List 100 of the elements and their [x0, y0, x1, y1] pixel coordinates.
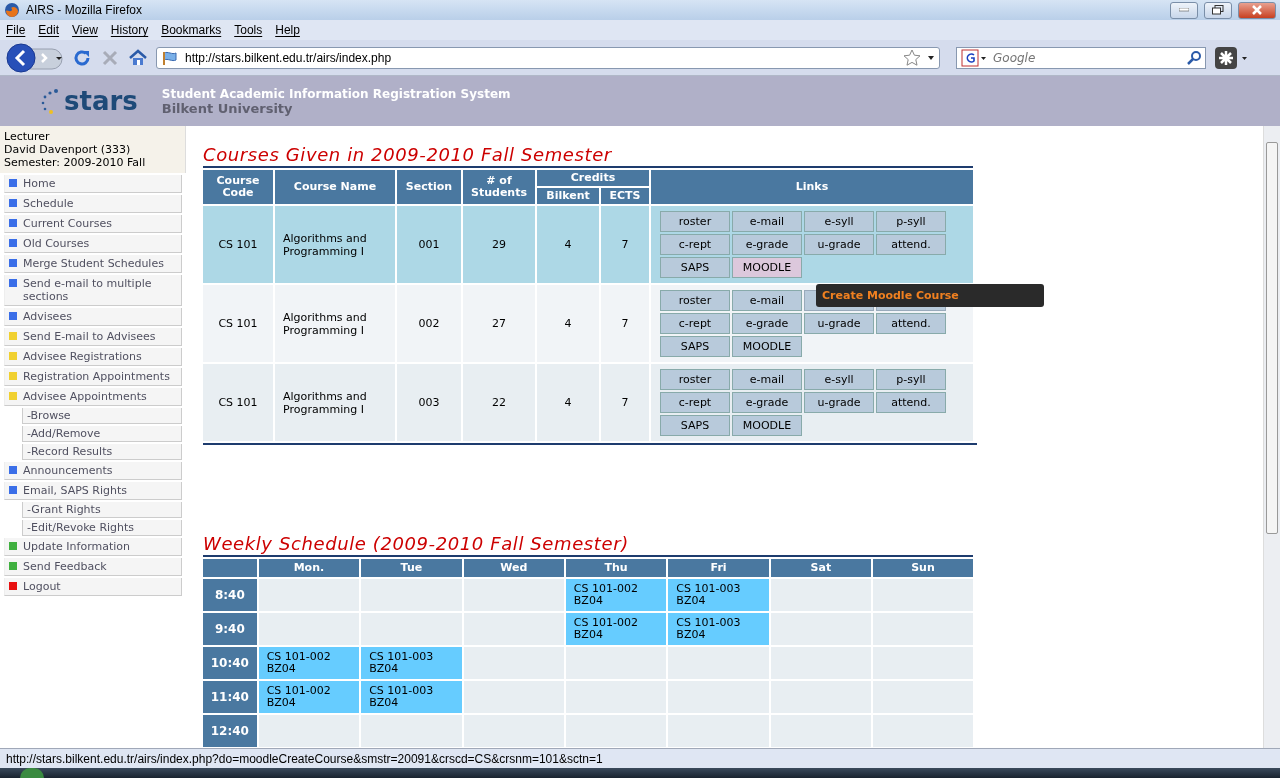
column-header: Course Name — [275, 170, 395, 204]
menu-item[interactable]: Bookmarks — [161, 23, 222, 37]
class-slot: CS 101-003 BZ04 — [361, 647, 462, 679]
sidebar-item[interactable]: Registration Appointments — [4, 368, 182, 386]
sidebar-item[interactable]: Send E-mail to Advisees — [4, 328, 182, 346]
column-header: Bilkent — [537, 188, 599, 204]
sidebar-subitem[interactable]: -Edit/Revoke Rights — [22, 520, 182, 536]
restore-button[interactable] — [1204, 1, 1232, 19]
sidebar-subitem[interactable]: -Grant Rights — [22, 502, 182, 518]
puzzle-icon[interactable] — [1214, 45, 1248, 70]
minimize-button[interactable] — [1170, 1, 1198, 19]
scrollbar[interactable] — [1263, 126, 1280, 748]
column-header: Mon. — [258, 559, 360, 577]
sidebar-item[interactable]: Email, SAPS Rights — [4, 482, 182, 500]
link-button[interactable]: u-grade — [804, 313, 874, 334]
menu-item[interactable]: File — [6, 23, 26, 37]
link-button[interactable]: e-grade — [732, 234, 802, 255]
link-button[interactable]: e-syll — [804, 211, 874, 232]
column-header: Sat — [770, 559, 871, 577]
link-button[interactable]: c-rept — [660, 392, 730, 413]
link-button[interactable]: e-mail — [732, 290, 802, 311]
sidebar-item[interactable]: Old Courses — [4, 235, 182, 253]
link-button[interactable]: attend. — [876, 313, 946, 334]
link-button[interactable]: roster — [660, 290, 730, 311]
user-role: Lecturer — [4, 130, 51, 143]
sidebar-item[interactable]: Advisees — [4, 308, 182, 326]
reload-icon[interactable] — [72, 47, 92, 68]
close-button[interactable] — [1238, 1, 1276, 19]
link-button[interactable]: e-syll — [804, 369, 874, 390]
search-box[interactable]: Google — [956, 46, 1206, 69]
start-button[interactable] — [20, 768, 44, 778]
menu-item[interactable]: View — [72, 23, 98, 37]
sidebar-subitem[interactable]: -Record Results — [22, 444, 182, 460]
sidebar-subitem[interactable]: -Browse — [22, 408, 182, 424]
link-button[interactable]: attend. — [876, 392, 946, 413]
sidebar-item[interactable]: Update Information — [4, 538, 182, 556]
sidebar-item[interactable]: Home — [4, 175, 182, 193]
menu-item[interactable]: Tools — [234, 23, 263, 37]
link-button[interactable]: u-grade — [804, 234, 874, 255]
semester-label: Semester: 2009-2010 Fall — [4, 156, 147, 169]
sidebar-subitem[interactable]: -Add/Remove — [22, 426, 182, 442]
table-cell: 7 — [601, 285, 649, 362]
link-button[interactable]: e-grade — [732, 313, 802, 334]
link-button[interactable]: e-mail — [732, 369, 802, 390]
sidebar-item[interactable]: Send e-mail to multiple sections — [4, 275, 182, 306]
link-button[interactable]: u-grade — [804, 392, 874, 413]
table-cell: 4 — [537, 206, 599, 283]
column-header: Course Code — [203, 170, 273, 204]
sidebar-item[interactable]: Send Feedback — [4, 558, 182, 576]
link-button[interactable]: SAPS — [660, 336, 730, 357]
class-slot: CS 101-003 BZ04 — [668, 613, 769, 645]
sidebar-item[interactable]: Advisee Registrations — [4, 348, 182, 366]
menu-item[interactable]: Help — [275, 23, 300, 37]
address-bar[interactable]: http://stars.bilkent.edu.tr/airs/index.php — [156, 46, 940, 69]
link-button[interactable]: e-mail — [732, 211, 802, 232]
link-button[interactable]: roster — [660, 211, 730, 232]
column-header: Wed — [463, 559, 564, 577]
link-button[interactable]: SAPS — [660, 415, 730, 436]
table-cell: Algorithms and Programming I — [275, 285, 395, 362]
sidebar-item[interactable]: Advisee Appointments — [4, 388, 182, 406]
window-title: AIRS - Mozilla Firefox — [26, 3, 144, 17]
link-button[interactable]: c-rept — [660, 313, 730, 334]
search-field[interactable]: Google — [991, 49, 1183, 66]
table-cell: 7 — [601, 206, 649, 283]
menu-item[interactable]: History — [110, 23, 149, 37]
search-engine-icon[interactable] — [961, 48, 987, 67]
link-button[interactable]: MOODLE — [732, 257, 802, 278]
time-cell: 8:40 — [203, 579, 257, 611]
class-slot: CS 101-002 BZ04 — [258, 681, 360, 713]
column-header: Section — [397, 170, 461, 204]
star-icon[interactable] — [903, 48, 921, 67]
link-button[interactable]: roster — [660, 369, 730, 390]
class-slot: CS 101-002 BZ04 — [565, 579, 667, 611]
column-header: # of Students — [463, 170, 535, 204]
sidebar-item[interactable]: Schedule — [4, 195, 182, 213]
back-icon[interactable] — [6, 42, 64, 73]
link-button[interactable]: attend. — [876, 234, 946, 255]
link-button[interactable]: p-syll — [876, 211, 946, 232]
link-button[interactable]: p-syll — [876, 369, 946, 390]
link-button[interactable]: c-rept — [660, 234, 730, 255]
column-header: Fri — [668, 559, 769, 577]
search-icon[interactable] — [1187, 50, 1201, 65]
dropdown-icon[interactable] — [927, 54, 935, 61]
home-icon[interactable] — [128, 47, 148, 68]
sidebar-item[interactable]: Announcements — [4, 462, 182, 480]
sidebar-item[interactable]: Merge Student Schedules — [4, 255, 182, 273]
link-button[interactable]: MOODLE — [732, 336, 802, 357]
restore-icon — [1212, 5, 1224, 15]
column-header: Thu — [565, 559, 667, 577]
close-icon — [1252, 5, 1262, 15]
column-header: ECTS — [601, 188, 649, 204]
link-button[interactable]: SAPS — [660, 257, 730, 278]
link-button[interactable]: MOODLE — [732, 415, 802, 436]
sidebar-item[interactable]: Logout — [4, 578, 182, 596]
table-cell: CS 101 — [203, 364, 273, 441]
table-cell: 4 — [537, 285, 599, 362]
table-cell: 29 — [463, 206, 535, 283]
link-button[interactable]: e-grade — [732, 392, 802, 413]
sidebar-item[interactable]: Current Courses — [4, 215, 182, 233]
menu-item[interactable]: Edit — [38, 23, 60, 37]
